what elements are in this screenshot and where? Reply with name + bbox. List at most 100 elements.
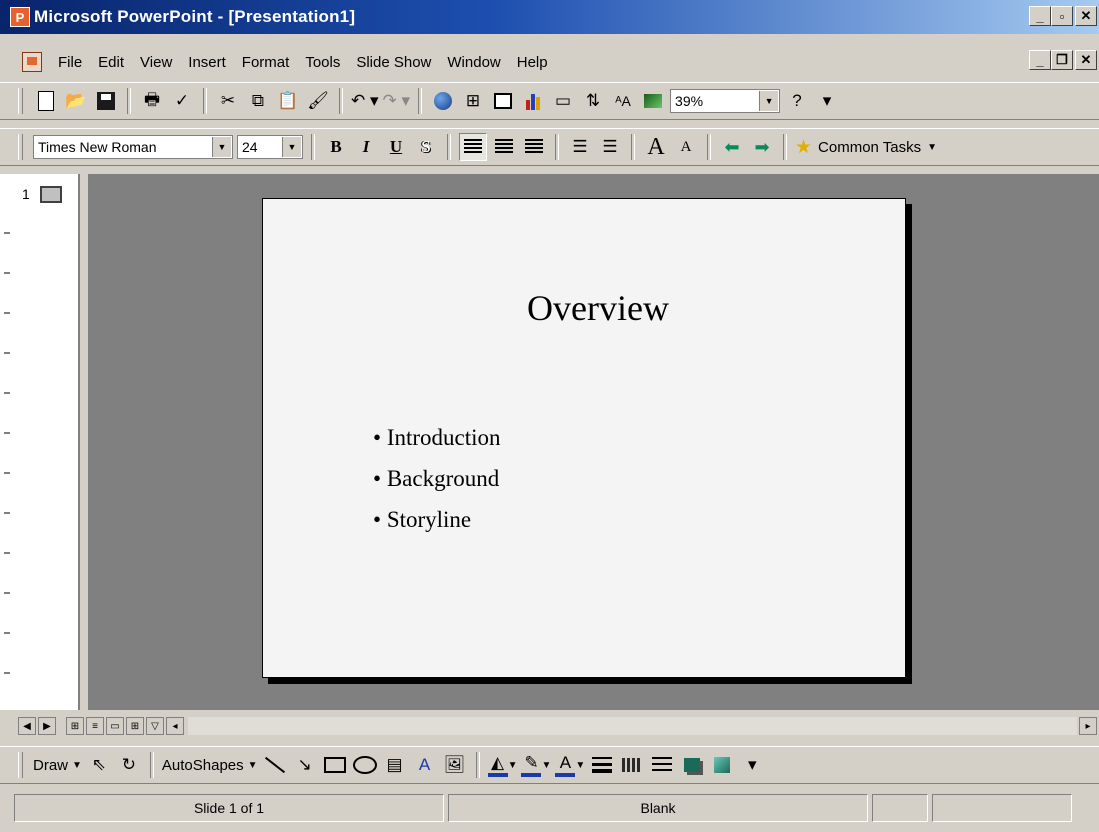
save-icon[interactable] — [93, 88, 119, 114]
doc-restore-icon[interactable]: ❐ — [1051, 50, 1073, 70]
italic-button[interactable]: I — [353, 134, 379, 160]
scroll-right-icon[interactable]: ▶ — [38, 717, 56, 735]
bullet-item[interactable]: Introduction — [373, 417, 501, 458]
restore-icon[interactable]: ▫ — [1051, 6, 1073, 26]
numbering-icon[interactable]: ☰ — [567, 134, 593, 160]
font-select[interactable]: Times New Roman ▼ — [33, 135, 233, 159]
close-icon[interactable]: ✕ — [1075, 6, 1097, 26]
insert-chart-icon[interactable] — [520, 88, 546, 114]
outline-view-icon[interactable]: ≡ — [86, 717, 104, 735]
grayscale-preview-icon[interactable] — [640, 88, 666, 114]
underline-button[interactable]: U — [383, 134, 409, 160]
toolbar-grip[interactable] — [18, 88, 23, 114]
line-color-icon[interactable]: ✎ ▼ — [521, 752, 551, 778]
bullet-item[interactable]: Background — [373, 458, 501, 499]
chevron-down-icon[interactable]: ▼ — [212, 137, 231, 157]
common-tasks-button[interactable]: ★ Common Tasks ▼ — [795, 134, 937, 160]
doc-close-icon[interactable]: ✕ — [1075, 50, 1097, 70]
outline-pane[interactable]: 1 — [0, 174, 80, 710]
menu-slide-show[interactable]: Slide Show — [348, 54, 439, 71]
menu-help[interactable]: Help — [509, 54, 556, 71]
fill-color-icon[interactable]: ◭ ▼ — [487, 752, 517, 778]
free-rotate-icon[interactable]: ↻ — [116, 752, 142, 778]
slide-view-icon[interactable]: ▭ — [106, 717, 124, 735]
menu-tools[interactable]: Tools — [297, 54, 348, 71]
horizontal-scrollbar[interactable] — [188, 717, 1077, 735]
tables-borders-icon[interactable]: ⊞ — [460, 88, 486, 114]
rectangle-icon[interactable] — [322, 752, 348, 778]
toolbar-grip[interactable] — [18, 134, 23, 160]
text-box-icon[interactable]: ▤ — [382, 752, 408, 778]
align-right-icon[interactable] — [521, 134, 547, 160]
dash-style-icon[interactable] — [619, 752, 645, 778]
font-size-select[interactable]: 24 ▼ — [237, 135, 303, 159]
undo-icon[interactable]: ↶ ▾ — [351, 88, 379, 114]
normal-view-icon[interactable]: ⊞ — [66, 717, 84, 735]
menu-view[interactable]: View — [132, 54, 180, 71]
align-left-icon[interactable] — [459, 133, 487, 161]
print-icon[interactable]: 🖶 — [139, 88, 165, 114]
chevron-down-icon[interactable]: ▼ — [759, 91, 779, 111]
redo-icon[interactable]: ↷ ▾ — [383, 88, 411, 114]
line-style-icon[interactable] — [589, 752, 615, 778]
slide[interactable]: Overview Introduction Background Storyli… — [262, 198, 906, 678]
arrow-style-icon[interactable] — [649, 752, 675, 778]
bullets-icon[interactable]: ☰ — [597, 134, 623, 160]
slide-title[interactable]: Overview — [263, 287, 905, 329]
copy-icon[interactable]: ⧉ — [245, 88, 271, 114]
cut-icon[interactable]: ✂ — [215, 88, 241, 114]
decrease-font-size-icon[interactable]: A — [673, 134, 699, 160]
3d-icon[interactable] — [709, 752, 735, 778]
new-document-icon[interactable] — [33, 88, 59, 114]
demote-icon[interactable]: ➡ — [749, 134, 775, 160]
chevron-down-icon[interactable]: ▼ — [282, 137, 301, 157]
shadow-icon[interactable] — [679, 752, 705, 778]
insert-table-icon[interactable] — [490, 88, 516, 114]
oval-icon[interactable] — [352, 752, 378, 778]
powerpoint-app-icon[interactable]: P — [10, 7, 30, 27]
scroll-left-icon[interactable]: ◀ — [18, 717, 36, 735]
scroll-right-small-icon[interactable]: ▸ — [1079, 717, 1097, 735]
show-formatting-icon[interactable]: ᴬA — [610, 88, 636, 114]
shadow-button[interactable]: S — [413, 134, 439, 160]
zoom-select[interactable]: 39% ▼ — [670, 89, 781, 113]
slide-workspace[interactable]: Overview Introduction Background Storyli… — [88, 174, 1099, 710]
menu-format[interactable]: Format — [234, 54, 298, 71]
toolbar-options-icon[interactable]: ▾ — [739, 752, 765, 778]
slide-bullet-list[interactable]: Introduction Background Storyline — [373, 417, 501, 540]
menu-window[interactable]: Window — [439, 54, 508, 71]
spelling-icon[interactable]: ✓ — [169, 88, 195, 114]
toolbar-grip[interactable] — [18, 752, 23, 778]
font-color-icon[interactable]: A ▼ — [555, 752, 585, 778]
draw-menu-button[interactable]: Draw ▼ — [33, 752, 82, 778]
format-painter-icon[interactable]: 🖌 — [305, 88, 331, 114]
scroll-left-small-icon[interactable]: ◂ — [166, 717, 184, 735]
slide-show-view-icon[interactable]: ▽ — [146, 717, 164, 735]
menu-edit[interactable]: Edit — [90, 54, 132, 71]
promote-icon[interactable]: ⬅ — [719, 134, 745, 160]
insert-clipart-icon[interactable]: 🖼 — [442, 752, 468, 778]
slide-sorter-view-icon[interactable]: ⊞ — [126, 717, 144, 735]
autoshapes-menu-button[interactable]: AutoShapes ▼ — [162, 752, 258, 778]
document-icon[interactable] — [22, 52, 42, 72]
align-center-icon[interactable] — [491, 134, 517, 160]
help-icon[interactable]: ? — [784, 88, 810, 114]
open-folder-icon[interactable]: 📂 — [63, 88, 89, 114]
new-slide-icon[interactable]: ▭ — [550, 88, 576, 114]
doc-minimize-icon[interactable]: _ — [1029, 50, 1051, 70]
paste-icon[interactable]: 📋 — [275, 88, 301, 114]
toolbar-options-icon[interactable]: ▾ — [814, 88, 840, 114]
expand-all-icon[interactable]: ⇅ — [580, 88, 606, 114]
insert-hyperlink-icon[interactable] — [430, 88, 456, 114]
line-icon[interactable] — [262, 752, 288, 778]
increase-font-size-icon[interactable]: A — [643, 134, 669, 160]
arrow-icon[interactable]: ↘ — [292, 752, 318, 778]
menu-file[interactable]: File — [50, 54, 90, 71]
bullet-item[interactable]: Storyline — [373, 499, 501, 540]
title-bar[interactable]: P Microsoft PowerPoint - [Presentation1]… — [0, 0, 1099, 34]
bold-button[interactable]: B — [323, 134, 349, 160]
select-objects-icon[interactable]: ⇖ — [86, 752, 112, 778]
menu-insert[interactable]: Insert — [180, 54, 234, 71]
slide-icon[interactable] — [40, 186, 62, 203]
wordart-icon[interactable]: A — [412, 752, 438, 778]
